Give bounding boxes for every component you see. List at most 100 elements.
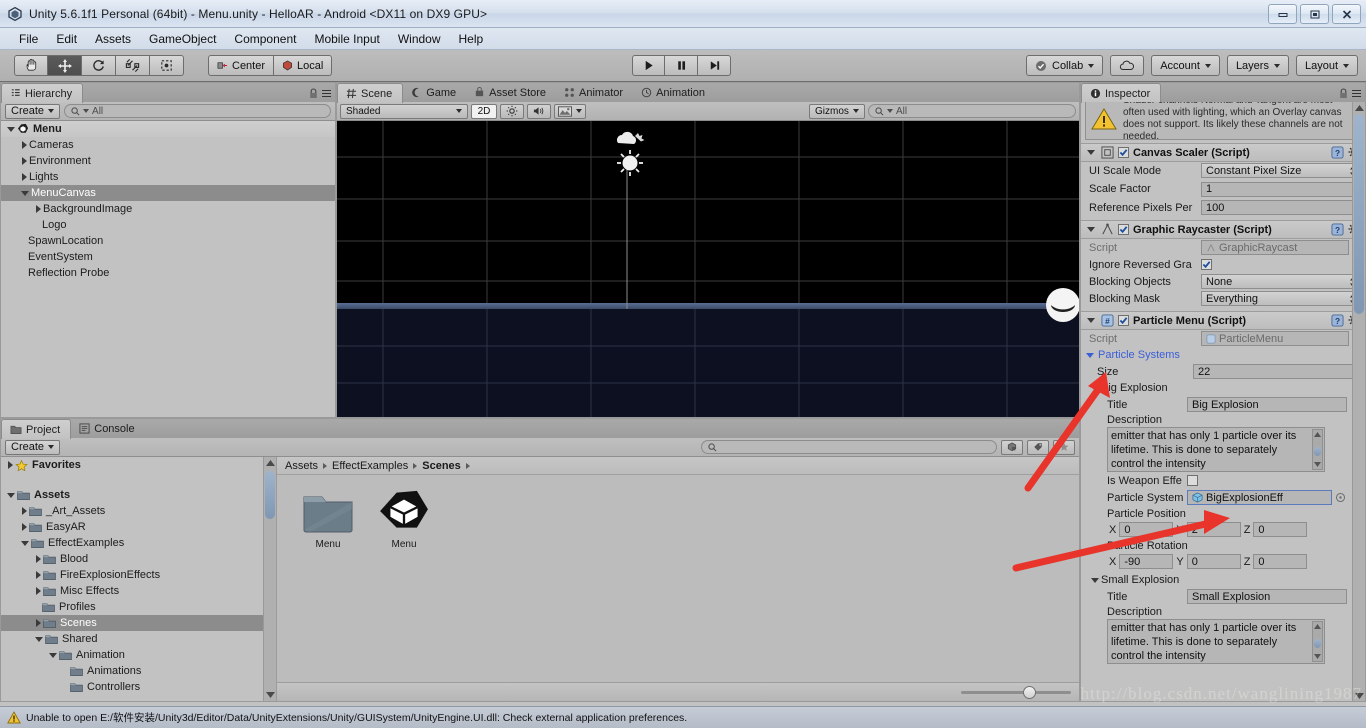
layout-button[interactable]: Layout [1295, 55, 1358, 76]
raycaster-script-field[interactable]: GraphicRaycast [1201, 240, 1349, 255]
tab-console[interactable]: Console [71, 419, 144, 438]
tab-hierarchy[interactable]: Hierarchy [1, 83, 84, 103]
blocking-mask-dropdown[interactable]: Everything [1201, 291, 1361, 306]
hierarchy-item-environment[interactable]: Environment [1, 153, 335, 169]
row-small-explosion-foldout[interactable]: Small Explosion [1081, 572, 1365, 588]
object-picker-icon[interactable] [1335, 492, 1346, 503]
big-description-scrollbar[interactable] [1312, 429, 1323, 470]
scroll-thumb[interactable] [265, 471, 275, 519]
hierarchy-menu-icon[interactable] [322, 89, 331, 98]
play-button[interactable] [632, 55, 665, 76]
scene-lighting-toggle[interactable] [500, 103, 524, 119]
menu-window[interactable]: Window [389, 29, 450, 49]
hierarchy-item-eventsystem[interactable]: EventSystem [1, 249, 335, 265]
asset-item-scene[interactable]: Menu [367, 489, 441, 550]
chevron-right-icon[interactable] [8, 461, 13, 469]
project-search-input[interactable] [701, 440, 997, 454]
scene-search-input[interactable]: All [868, 104, 1076, 118]
help-icon[interactable]: ? [1331, 146, 1344, 159]
project-item-blood[interactable]: Blood [1, 551, 276, 567]
hierarchy-item-cameras[interactable]: Cameras [1, 137, 335, 153]
chevron-right-icon[interactable] [22, 507, 27, 515]
scroll-thumb[interactable] [1314, 639, 1321, 648]
inspector-scrollbar[interactable] [1352, 102, 1365, 701]
project-tree-scrollbar[interactable] [263, 457, 276, 701]
account-button[interactable]: Account [1151, 55, 1220, 76]
hierarchy-search-input[interactable]: All [64, 104, 331, 118]
asset-zoom-slider[interactable] [961, 686, 1071, 699]
scene-drawmode-dropdown[interactable]: Shaded [340, 103, 468, 119]
project-item-misc-effects[interactable]: Misc Effects [1, 583, 276, 599]
menu-file[interactable]: File [10, 29, 47, 49]
menu-gameobject[interactable]: GameObject [140, 29, 225, 49]
project-item-animations[interactable]: Animations [1, 663, 276, 679]
component-header-canvas-scaler[interactable]: Canvas Scaler (Script) ? [1081, 143, 1365, 162]
ignore-reversed-checkbox[interactable] [1201, 259, 1212, 270]
rect-transform-tool-button[interactable] [150, 55, 184, 76]
chevron-down-icon[interactable] [1087, 227, 1095, 232]
filter-by-label-button[interactable] [1027, 439, 1049, 455]
canvas-scaler-enabled-checkbox[interactable] [1118, 147, 1129, 158]
scene-audio-toggle[interactable] [527, 103, 551, 119]
collab-button[interactable]: Collab [1026, 55, 1104, 76]
big-position-z-input[interactable]: 0 [1253, 522, 1308, 537]
big-position-y-input[interactable]: 2 [1186, 522, 1241, 537]
pause-button[interactable] [665, 55, 698, 76]
chevron-right-icon[interactable] [22, 157, 27, 165]
component-header-particle-menu[interactable]: # Particle Menu (Script) ? [1081, 311, 1365, 330]
project-item-fireexplosioneffects[interactable]: FireExplosionEffects [1, 567, 276, 583]
chevron-down-icon[interactable] [1091, 385, 1099, 391]
chevron-down-icon[interactable] [7, 492, 15, 498]
hierarchy-create-button[interactable]: Create [5, 103, 61, 119]
scroll-thumb[interactable] [1314, 447, 1321, 456]
chevron-right-icon[interactable] [36, 587, 41, 595]
menu-assets[interactable]: Assets [86, 29, 140, 49]
help-icon[interactable]: ? [1331, 223, 1344, 236]
chevron-down-icon[interactable] [21, 540, 29, 546]
scene-gizmos-dropdown[interactable]: Gizmos [809, 103, 865, 119]
scroll-thumb[interactable] [1354, 114, 1364, 314]
step-button[interactable] [698, 55, 731, 76]
particle-menu-enabled-checkbox[interactable] [1118, 315, 1129, 326]
array-size-input[interactable]: 22 [1193, 364, 1353, 379]
menu-mobileinput[interactable]: Mobile Input [305, 29, 388, 49]
close-button[interactable] [1332, 4, 1361, 24]
chevron-down-icon[interactable] [1087, 150, 1095, 155]
big-weapon-checkbox[interactable] [1187, 475, 1198, 486]
big-rotation-z-input[interactable]: 0 [1253, 554, 1308, 569]
menu-help[interactable]: Help [450, 29, 493, 49]
project-item-scenes[interactable]: Scenes [1, 615, 276, 631]
help-icon[interactable]: ? [1331, 314, 1344, 327]
hand-tool-button[interactable] [14, 55, 48, 76]
row-particle-systems-array[interactable]: Particle Systems [1081, 347, 1365, 363]
move-tool-button[interactable] [48, 55, 82, 76]
graphic-raycaster-enabled-checkbox[interactable] [1118, 224, 1129, 235]
project-create-button[interactable]: Create [5, 439, 61, 455]
scene-viewport[interactable] [337, 121, 1079, 417]
scale-tool-button[interactable] [116, 55, 150, 76]
chevron-right-icon[interactable] [36, 205, 41, 213]
chevron-down-icon[interactable] [1086, 352, 1094, 358]
inspector-menu-icon[interactable] [1352, 89, 1361, 98]
project-item-controllers[interactable]: Controllers [1, 679, 276, 695]
project-item-effectexamples[interactable]: EffectExamples [1, 535, 276, 551]
scene-2d-toggle[interactable]: 2D [471, 103, 497, 119]
big-description-textarea[interactable]: emitter that has only 1 particle over it… [1107, 427, 1325, 472]
breadcrumb-assets[interactable]: Assets [285, 460, 318, 472]
hierarchy-item-menu[interactable]: Menu [1, 121, 335, 137]
chevron-right-icon[interactable] [36, 619, 41, 627]
status-bar[interactable]: Unable to open E:/软件安装/Unity3d/Editor/Da… [0, 706, 1366, 728]
maximize-button[interactable] [1300, 4, 1329, 24]
breadcrumb-scenes[interactable]: Scenes [422, 460, 461, 472]
minimize-button[interactable] [1268, 4, 1297, 24]
project-item--art-assets[interactable]: _Art_Assets [1, 503, 276, 519]
asset-item-folder[interactable]: Menu [291, 489, 365, 550]
hierarchy-item-spawnlocation[interactable]: SpawnLocation [1, 233, 335, 249]
chevron-right-icon[interactable] [22, 141, 27, 149]
chevron-down-icon[interactable] [1091, 577, 1099, 583]
project-item-animation[interactable]: Animation [1, 647, 276, 663]
row-big-explosion-foldout[interactable]: Big Explosion [1081, 380, 1365, 396]
scene-effects-toggle[interactable] [554, 103, 586, 119]
tab-animation[interactable]: Animation [633, 83, 715, 102]
big-rotation-y-input[interactable]: 0 [1186, 554, 1241, 569]
